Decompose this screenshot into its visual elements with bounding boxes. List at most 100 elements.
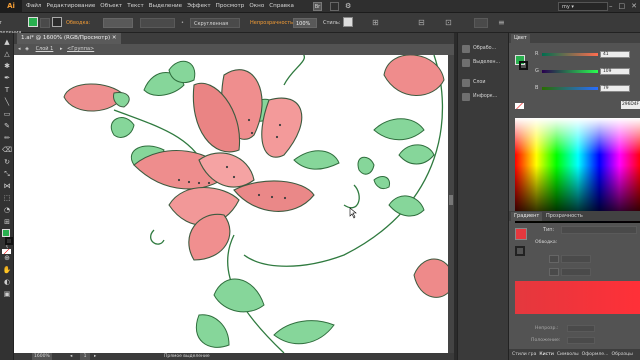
align-icon[interactable]: ⊟ bbox=[418, 18, 428, 28]
free-transform-icon[interactable]: ⬚ bbox=[2, 194, 12, 203]
gradient-ratio-icon[interactable] bbox=[549, 268, 559, 276]
none-color-icon[interactable] bbox=[515, 103, 524, 109]
menu-edit[interactable]: Редактирование bbox=[46, 0, 95, 13]
opacity-input[interactable]: 100% bbox=[293, 18, 317, 28]
rectangle-tool-icon[interactable]: ▭ bbox=[2, 110, 12, 119]
prev-page-icon[interactable]: ◂ bbox=[70, 353, 72, 360]
tab-brushes[interactable]: Кисти bbox=[539, 349, 553, 360]
layout-icon[interactable] bbox=[330, 2, 339, 11]
artboard-canvas[interactable] bbox=[14, 55, 452, 353]
bottom-panel-tabs: Стили гра Кисти Символы Оформле... Образ… bbox=[509, 349, 640, 360]
workspace-switcher[interactable]: my ▾ bbox=[558, 2, 608, 11]
stroke-label[interactable]: Обводка: bbox=[66, 18, 96, 28]
tab-graphic-styles[interactable]: Стили гра bbox=[512, 349, 536, 360]
gradient-stroke-swatch[interactable] bbox=[515, 246, 525, 256]
eraser-tool-icon[interactable]: ⌫ bbox=[2, 146, 12, 155]
channel-b-value[interactable]: 79 bbox=[600, 85, 630, 92]
opacity-label[interactable]: Непрозрачность: bbox=[250, 18, 295, 28]
channel-g-slider[interactable] bbox=[542, 70, 598, 73]
hand-tool-icon[interactable]: ✋ bbox=[2, 266, 12, 275]
panel-info[interactable]: Инфорк... bbox=[460, 91, 507, 103]
none-icon[interactable] bbox=[2, 249, 11, 254]
shape-builder-icon[interactable]: ◔ bbox=[2, 206, 12, 215]
menu-object[interactable]: Объект bbox=[100, 0, 122, 13]
transform-icon[interactable]: ⊡ bbox=[445, 18, 455, 28]
mesh-tool-icon[interactable]: ⊞ bbox=[2, 218, 12, 227]
draw-mode-icon[interactable]: ◐ bbox=[2, 278, 12, 287]
tab-symbols[interactable]: Символы bbox=[557, 349, 579, 360]
pen-tool-icon[interactable]: ✒ bbox=[2, 74, 12, 83]
gradient-type-dropdown[interactable] bbox=[561, 226, 637, 234]
selection-tool-icon[interactable]: ▲ bbox=[2, 38, 12, 47]
scale-tool-icon[interactable]: ⤡ bbox=[2, 170, 12, 179]
menu-view[interactable]: Просмотр bbox=[216, 0, 245, 13]
menu-select[interactable]: Выделение bbox=[149, 0, 182, 13]
type-tool-icon[interactable]: T bbox=[2, 86, 12, 95]
channel-r-value[interactable]: 41 bbox=[600, 51, 630, 58]
scroll-thumb[interactable] bbox=[449, 195, 453, 205]
zoom-tool-icon[interactable]: ⊕ bbox=[2, 254, 12, 263]
width-tool-icon[interactable]: ⋈ bbox=[2, 182, 12, 191]
menu-window[interactable]: Окно bbox=[249, 0, 264, 13]
color-spectrum[interactable] bbox=[515, 118, 640, 223]
menu-text[interactable]: Текст bbox=[127, 0, 144, 13]
menu-effect[interactable]: Эффект bbox=[187, 0, 211, 13]
channel-g-value[interactable]: 109 bbox=[600, 68, 630, 75]
pencil-tool-icon[interactable]: ✏ bbox=[2, 134, 12, 143]
document-tab[interactable]: 1.ai* @ 1600% (RGB/Просмотр) ✕ bbox=[17, 33, 121, 44]
tab-gradient[interactable]: Градиент bbox=[511, 212, 543, 221]
panel-menu-icon[interactable]: ≡ bbox=[498, 18, 508, 28]
breadcrumb-layer[interactable]: Слой 1 bbox=[36, 46, 54, 52]
stroke-weight-input[interactable] bbox=[103, 18, 133, 28]
status-bar: 1600% ◂ 1 ▸ Прямое выделение bbox=[14, 353, 454, 360]
gradient-opacity-input[interactable] bbox=[567, 325, 595, 332]
panel-processing[interactable]: Обрабо... bbox=[460, 43, 507, 55]
style-swatch[interactable] bbox=[343, 17, 353, 27]
close-tab-icon[interactable]: ✕ bbox=[112, 35, 117, 41]
gradient-angle-icon[interactable] bbox=[549, 255, 559, 263]
stroke-color-box[interactable] bbox=[5, 237, 13, 245]
back-arrow-icon[interactable]: ◂ bbox=[18, 46, 21, 52]
page-field[interactable]: 1 bbox=[80, 353, 90, 360]
tab-swatches[interactable]: Образцы bbox=[611, 349, 632, 360]
channel-r-slider[interactable] bbox=[542, 53, 598, 56]
fill-color-box[interactable] bbox=[2, 229, 10, 237]
brush-tool-icon[interactable]: ✎ bbox=[2, 122, 12, 131]
vertical-scrollbar[interactable] bbox=[448, 55, 454, 353]
tab-appearance[interactable]: Оформле... bbox=[582, 349, 609, 360]
direct-selection-tool-icon[interactable]: △ bbox=[2, 50, 12, 59]
stroke-swatch[interactable] bbox=[52, 17, 62, 27]
line-tool-icon[interactable]: ╲ bbox=[2, 98, 12, 107]
gradient-swatch[interactable] bbox=[515, 228, 527, 240]
maximize-icon[interactable]: □ bbox=[619, 1, 626, 12]
tab-color[interactable]: Цвет bbox=[511, 34, 530, 43]
panel-selection[interactable]: Выделен... bbox=[460, 57, 507, 69]
gradient-angle-input[interactable] bbox=[561, 255, 591, 263]
hex-value[interactable]: 296D4F bbox=[621, 101, 640, 109]
fill-swatch[interactable] bbox=[28, 17, 38, 27]
breadcrumb-group[interactable]: <Группа> bbox=[67, 46, 94, 52]
arrange-icon[interactable]: ⚙ bbox=[345, 2, 351, 11]
rotate-tool-icon[interactable]: ↻ bbox=[2, 158, 12, 167]
menu-file[interactable]: Файл bbox=[26, 0, 41, 13]
gradient-position-input[interactable] bbox=[567, 337, 595, 344]
channel-b-slider[interactable] bbox=[542, 87, 598, 90]
next-page-icon[interactable]: ▸ bbox=[94, 353, 96, 360]
magic-wand-icon[interactable]: ✱ bbox=[2, 62, 12, 71]
minimize-icon[interactable]: – bbox=[609, 1, 613, 12]
gradient-bar[interactable] bbox=[515, 281, 640, 314]
zoom-field[interactable]: 1600% bbox=[32, 353, 52, 360]
tab-transparency[interactable]: Прозрачность bbox=[543, 212, 586, 221]
brush-dropdown[interactable]: Скругленная bbox=[190, 18, 240, 28]
bridge-icon[interactable]: Br bbox=[313, 2, 322, 11]
options-icon[interactable]: ⊞ bbox=[372, 18, 382, 28]
panel-stroke-swatch[interactable] bbox=[519, 61, 528, 70]
close-icon[interactable]: ✕ bbox=[631, 1, 637, 12]
variable-width-dropdown[interactable] bbox=[140, 18, 175, 28]
gradient-ratio-input[interactable] bbox=[561, 268, 591, 276]
recolor-dropdown[interactable] bbox=[474, 18, 488, 28]
menu-help[interactable]: Справка bbox=[269, 0, 294, 13]
panel-layers[interactable]: Слои bbox=[460, 77, 507, 89]
screen-mode-icon[interactable]: ▣ bbox=[2, 290, 12, 299]
fill-dropdown[interactable] bbox=[40, 18, 50, 28]
